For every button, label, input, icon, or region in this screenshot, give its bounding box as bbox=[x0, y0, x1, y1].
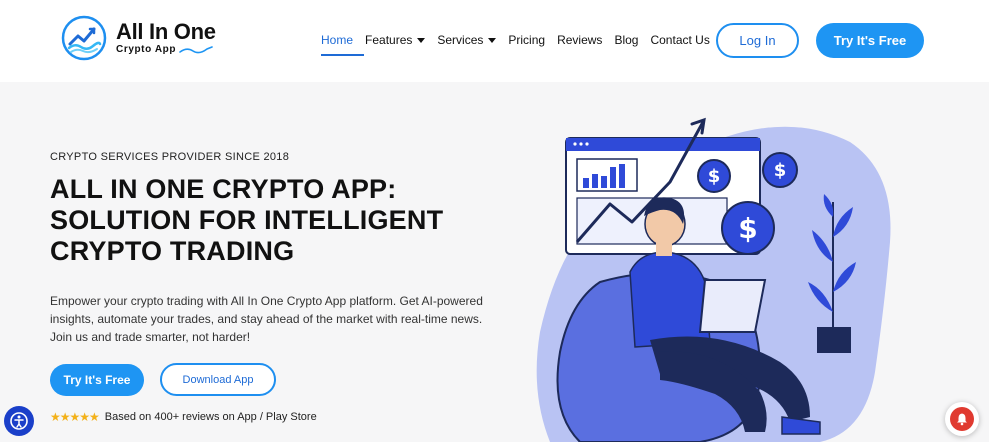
nav-item-label: Services bbox=[437, 33, 484, 47]
nav-item-label: Features bbox=[365, 33, 413, 47]
active-nav-indicator bbox=[321, 54, 364, 56]
dollar-coin-icon: $ bbox=[697, 159, 731, 193]
hero-headline: ALL IN ONE CRYPTO APP: SOLUTION FOR INTE… bbox=[50, 174, 490, 267]
site-header: All In One Crypto App Home Features Serv… bbox=[0, 0, 989, 82]
headline-line: ALL IN ONE CRYPTO APP: bbox=[50, 174, 397, 204]
svg-text:$: $ bbox=[774, 160, 787, 181]
brand-title: All In One bbox=[116, 19, 216, 44]
headline-line: CRYPTO TRADING bbox=[50, 236, 295, 266]
nav-item-label: Reviews bbox=[557, 33, 603, 47]
dollar-coin-icon: $ bbox=[762, 152, 798, 188]
wave-chart-logo-icon bbox=[61, 15, 107, 61]
hero-description: Empower your crypto trading with All In … bbox=[50, 294, 483, 344]
bell-icon bbox=[957, 413, 967, 426]
download-app-button[interactable]: Download App bbox=[160, 363, 276, 396]
svg-text:$: $ bbox=[738, 212, 757, 245]
nav-item-features[interactable]: Features bbox=[365, 33, 426, 47]
headline-line: SOLUTION FOR INTELLIGENT bbox=[50, 205, 444, 235]
trader-illustration: $ $ $ bbox=[536, 117, 891, 442]
nav-item-blog[interactable]: Blog bbox=[614, 33, 638, 47]
nav-item-label: Pricing bbox=[508, 33, 546, 47]
star-rating-icon: ★★★★★ bbox=[50, 410, 100, 424]
try-free-hero-button[interactable]: Try It's Free bbox=[50, 364, 144, 396]
nav-item-label: Contact Us bbox=[650, 33, 710, 47]
reviews-summary: ★★★★★ Based on 400+ reviews on App / Pla… bbox=[50, 410, 317, 424]
svg-text:$: $ bbox=[708, 166, 721, 187]
nav-item-label: Home bbox=[321, 33, 354, 47]
chevron-down-icon bbox=[417, 37, 426, 43]
reviews-text: Based on 400+ reviews on App / Play Stor… bbox=[104, 411, 317, 423]
hero-eyebrow: CRYPTO SERVICES PROVIDER SINCE 2018 bbox=[50, 151, 290, 163]
nav-item-services[interactable]: Services bbox=[437, 33, 497, 47]
nav-item-reviews[interactable]: Reviews bbox=[557, 33, 602, 47]
nav-item-home[interactable]: Home bbox=[321, 33, 353, 47]
try-free-header-button[interactable]: Try It's Free bbox=[816, 23, 924, 58]
notification-button[interactable] bbox=[945, 402, 979, 436]
swoosh-icon bbox=[179, 46, 213, 54]
brand-logo[interactable]: All In One Crypto App bbox=[60, 14, 216, 62]
chevron-down-icon bbox=[488, 37, 497, 43]
nav-item-pricing[interactable]: Pricing bbox=[508, 33, 545, 47]
brand-subtitle: Crypto App bbox=[116, 44, 177, 55]
main-nav: Home Features Services Pricing Reviews B… bbox=[321, 33, 722, 47]
nav-item-contact[interactable]: Contact Us bbox=[650, 33, 709, 47]
dollar-coin-icon: $ bbox=[721, 201, 775, 255]
login-button[interactable]: Log In bbox=[716, 23, 799, 58]
accessibility-icon bbox=[10, 412, 28, 430]
nav-item-label: Blog bbox=[614, 33, 639, 47]
accessibility-button[interactable] bbox=[4, 406, 34, 436]
